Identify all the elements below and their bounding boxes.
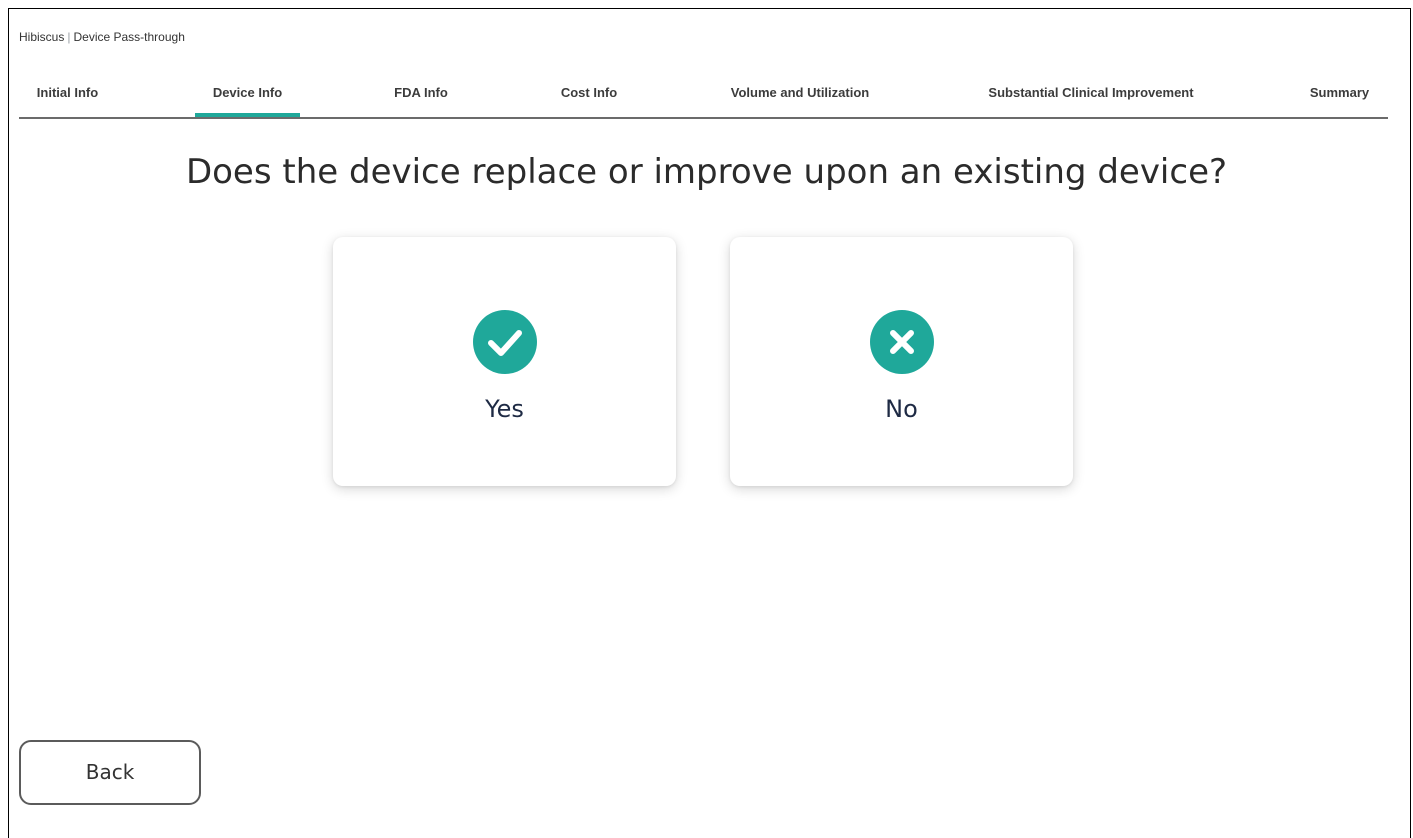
tab-substantial-clinical-improvement[interactable]: Substantial Clinical Improvement [969, 72, 1213, 117]
no-option-card[interactable]: No [730, 237, 1073, 486]
tab-device-info[interactable]: Device Info [195, 72, 300, 117]
page-frame [8, 8, 1411, 838]
question-heading: Does the device replace or improve upon … [185, 152, 1228, 192]
back-button[interactable]: Back [19, 740, 201, 805]
breadcrumb-separator: | [67, 30, 71, 44]
yes-option-card[interactable]: Yes [333, 237, 676, 486]
tab-cost-info[interactable]: Cost Info [543, 72, 635, 117]
yes-option-label: Yes [485, 395, 524, 423]
tab-volume-and-utilization[interactable]: Volume and Utilization [709, 72, 891, 117]
no-option-label: No [885, 395, 918, 423]
x-circle-icon [869, 310, 934, 374]
breadcrumb-app[interactable]: Hibiscus [19, 30, 64, 44]
check-circle-icon [472, 310, 537, 374]
breadcrumb-page: Device Pass-through [73, 30, 185, 44]
wizard-tabs: Initial Info Device Info FDA Info Cost I… [19, 72, 1388, 119]
breadcrumb: Hibiscus | Device Pass-through [19, 30, 185, 44]
tab-fda-info[interactable]: FDA Info [375, 72, 467, 117]
tab-initial-info[interactable]: Initial Info [19, 72, 116, 117]
tab-summary[interactable]: Summary [1291, 72, 1388, 117]
